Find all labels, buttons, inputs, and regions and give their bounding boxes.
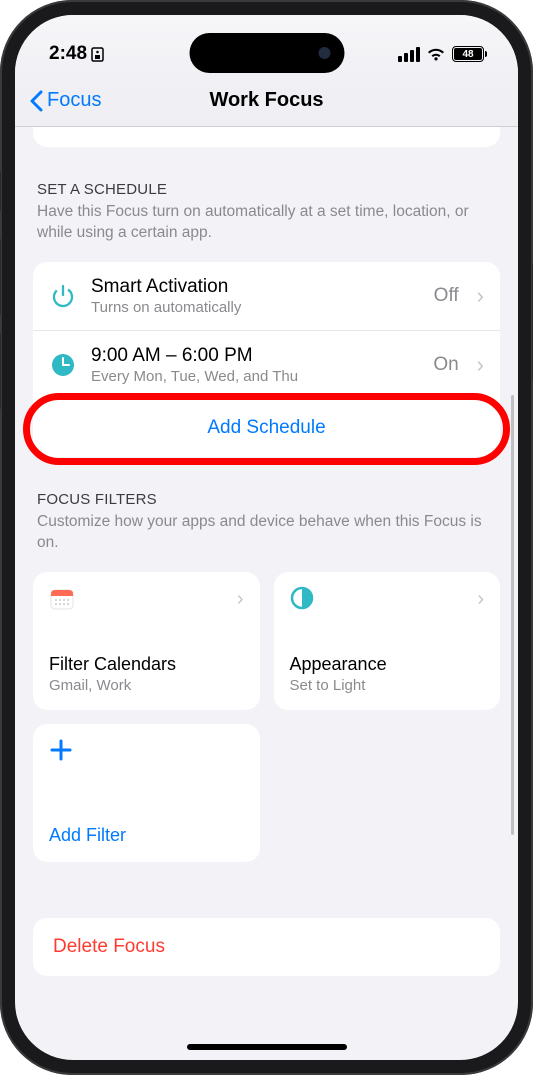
filters-grid: › Filter Calendars Gmail, Work › [33,572,500,862]
back-button[interactable]: Focus [29,89,101,112]
filter-calendars-tile[interactable]: › Filter Calendars Gmail, Work [33,572,260,710]
schedule-section-desc: Have this Focus turn on automatically at… [37,202,496,244]
add-schedule-row[interactable]: Add Schedule [33,399,500,457]
content-scroll[interactable]: SET A SCHEDULE Have this Focus turn on a… [15,127,518,1060]
navigation-bar: Focus Work Focus [15,75,518,127]
portrait-lock-icon [91,47,104,62]
time-schedule-sub: Every Mon, Tue, Wed, and Thu [91,368,419,385]
appearance-icon [290,586,316,612]
add-schedule-highlight: Add Schedule [33,399,500,457]
appearance-sub: Set to Light [290,677,485,694]
volume-down-button [0,332,1,410]
chevron-left-icon [29,90,43,112]
chevron-right-icon: › [237,588,244,611]
smart-activation-row[interactable]: Smart Activation Turns on automatically … [33,262,500,330]
scroll-indicator [511,395,514,835]
schedule-section-header: SET A SCHEDULE Have this Focus turn on a… [15,147,518,250]
chevron-right-icon: › [477,283,484,309]
battery-icon: 48 [452,46,484,62]
schedule-card: Smart Activation Turns on automatically … [33,262,500,399]
wifi-icon [426,47,446,62]
time-schedule-row[interactable]: 9:00 AM – 6:00 PM Every Mon, Tue, Wed, a… [33,330,500,399]
home-indicator[interactable] [187,1044,347,1050]
previous-card-bottom [33,127,500,147]
mute-switch [0,170,1,212]
filters-section-title: FOCUS FILTERS [37,491,496,508]
schedule-section-title: SET A SCHEDULE [37,181,496,198]
delete-focus-label: Delete Focus [53,936,165,957]
smart-activation-title: Smart Activation [91,276,420,298]
battery-level: 48 [454,48,482,60]
filter-calendars-title: Filter Calendars [49,654,244,675]
page-title: Work Focus [209,89,323,112]
clock-icon [49,351,77,379]
smart-activation-sub: Turns on automatically [91,299,420,316]
delete-focus-button[interactable]: Delete Focus [33,918,500,976]
volume-up-button [0,238,1,316]
filters-section-desc: Customize how your apps and device behav… [37,512,496,554]
chevron-right-icon: › [477,352,484,378]
back-label: Focus [47,89,101,112]
cellular-signal-icon [398,47,420,62]
time-schedule-value: On [433,354,458,376]
add-filter-tile[interactable]: Add Filter [33,724,260,862]
power-icon [49,282,77,310]
appearance-tile[interactable]: › Appearance Set to Light [274,572,501,710]
plus-icon [49,738,75,764]
appearance-title: Appearance [290,654,485,675]
filter-calendars-sub: Gmail, Work [49,677,244,694]
add-filter-label: Add Filter [49,825,244,846]
smart-activation-value: Off [434,285,459,307]
screen: 2:48 48 [15,15,518,1060]
add-schedule-label: Add Schedule [207,417,325,439]
phone-frame: 2:48 48 [0,0,533,1075]
dynamic-island [189,33,344,73]
status-time: 2:48 [49,43,87,65]
time-schedule-title: 9:00 AM – 6:00 PM [91,345,419,367]
calendar-icon [49,586,75,612]
chevron-right-icon: › [477,588,484,611]
filters-section-header: FOCUS FILTERS Customize how your apps an… [15,457,518,560]
